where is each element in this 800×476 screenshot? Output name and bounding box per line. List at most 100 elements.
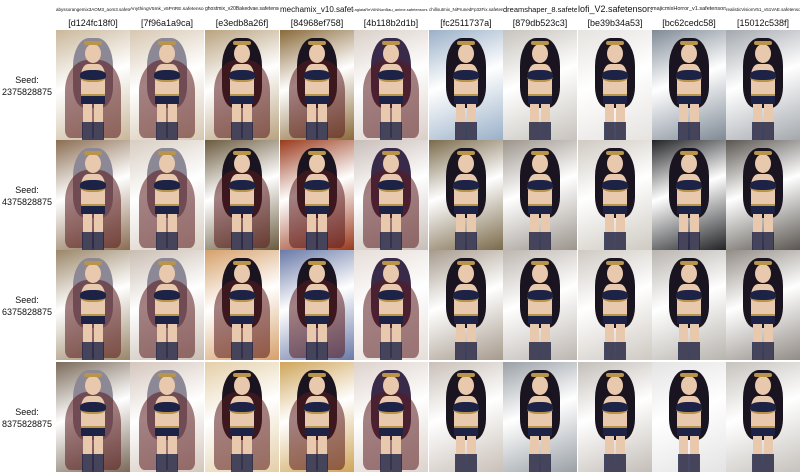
character-figure <box>510 362 570 472</box>
column-model-hash: [4b118b2d1b] <box>363 18 419 28</box>
character-face <box>755 154 771 173</box>
character-stockings <box>678 342 700 360</box>
character-tiara <box>382 41 400 45</box>
generated-image <box>578 362 652 472</box>
character-stockings <box>529 342 551 360</box>
character-figure <box>436 250 496 360</box>
character-stockings <box>306 122 328 140</box>
character-tiara <box>457 151 475 155</box>
column-model-hash: [84968ef758] <box>290 18 344 28</box>
character-figure <box>287 362 347 472</box>
character-outfit-top <box>80 70 106 82</box>
character-outfit-top <box>229 180 255 192</box>
character-stockings <box>82 122 104 140</box>
character-outfit-top <box>750 290 776 302</box>
column-model-hash: [879db523c3] <box>512 18 568 28</box>
character-tiara <box>382 261 400 265</box>
generated-image <box>578 30 652 140</box>
character-outfit-belt <box>379 94 403 104</box>
column-header: majicmixHorror_v1.safetensors [bc62cedc58… <box>652 0 726 30</box>
character-outfit-top <box>378 290 404 302</box>
generated-image <box>280 362 354 472</box>
generated-image <box>205 362 279 472</box>
column-header: realisticVisionV51_v51VAE.safetensors [15… <box>726 0 800 30</box>
character-face <box>383 44 399 63</box>
character-stockings <box>455 454 477 472</box>
character-face <box>458 376 474 395</box>
character-face <box>532 264 548 283</box>
column-header: mechamix_v10.safetensors [84968ef758] <box>280 0 354 30</box>
character-outfit-top <box>229 402 255 414</box>
character-outfit-belt <box>454 204 478 214</box>
character-outfit-belt <box>751 94 775 104</box>
character-face <box>159 264 175 283</box>
column-model-hash: [fc2511737a] <box>440 18 492 28</box>
character-outfit-top <box>602 402 628 414</box>
character-figure <box>733 140 793 250</box>
character-stockings <box>529 232 551 250</box>
character-figure <box>659 362 719 472</box>
character-tiara <box>606 373 624 377</box>
character-tiara <box>754 261 772 265</box>
character-stockings <box>604 122 626 140</box>
generated-image <box>130 30 204 140</box>
character-figure <box>659 250 719 360</box>
character-figure <box>733 30 793 140</box>
character-outfit-belt <box>81 94 105 104</box>
character-outfit-top <box>378 180 404 192</box>
column-model-name: majicmixHorror_v1.safetensors <box>652 6 726 12</box>
generated-image <box>503 250 577 360</box>
character-face <box>383 264 399 283</box>
character-figure <box>63 30 123 140</box>
generated-image <box>130 362 204 472</box>
column-model-hash: [15012c538f] <box>736 18 790 28</box>
character-figure <box>585 362 645 472</box>
generated-image <box>56 30 130 140</box>
character-stockings <box>752 232 774 250</box>
character-outfit-top <box>750 70 776 82</box>
character-outfit-belt <box>677 426 701 436</box>
character-stockings <box>82 342 104 360</box>
generated-image <box>56 362 130 472</box>
character-outfit-belt <box>751 314 775 324</box>
character-outfit-top <box>527 402 553 414</box>
character-tiara <box>233 373 251 377</box>
generated-image <box>652 250 726 360</box>
generated-image <box>130 250 204 360</box>
column-model-hash: [bc62cedc58] <box>662 18 716 28</box>
character-face <box>755 264 771 283</box>
character-face <box>159 154 175 173</box>
generated-image <box>280 30 354 140</box>
character-face <box>607 154 623 173</box>
character-tiara <box>606 41 624 45</box>
character-stockings <box>231 454 253 472</box>
character-outfit-top <box>453 180 479 192</box>
character-tiara <box>158 373 176 377</box>
character-face <box>159 44 175 63</box>
character-face <box>681 264 697 283</box>
character-tiara <box>233 41 251 45</box>
character-outfit-belt <box>603 204 627 214</box>
generated-image <box>652 362 726 472</box>
character-face <box>309 376 325 395</box>
character-outfit-belt <box>379 204 403 214</box>
character-tiara <box>680 41 698 45</box>
character-outfit-top <box>80 402 106 414</box>
character-outfit-top <box>602 290 628 302</box>
generated-image <box>354 250 428 360</box>
character-outfit-top <box>602 70 628 82</box>
column-model-hash: [d124fc18f0] <box>68 18 118 28</box>
character-tiara <box>680 261 698 265</box>
character-outfit-top <box>676 290 702 302</box>
character-outfit-belt <box>751 426 775 436</box>
character-figure <box>361 250 421 360</box>
character-face <box>458 154 474 173</box>
character-stockings <box>529 454 551 472</box>
character-tiara <box>457 261 475 265</box>
character-figure <box>510 30 570 140</box>
character-tiara <box>382 373 400 377</box>
character-figure <box>436 362 496 472</box>
character-tiara <box>308 373 326 377</box>
character-outfit-belt <box>677 314 701 324</box>
generated-image <box>503 30 577 140</box>
